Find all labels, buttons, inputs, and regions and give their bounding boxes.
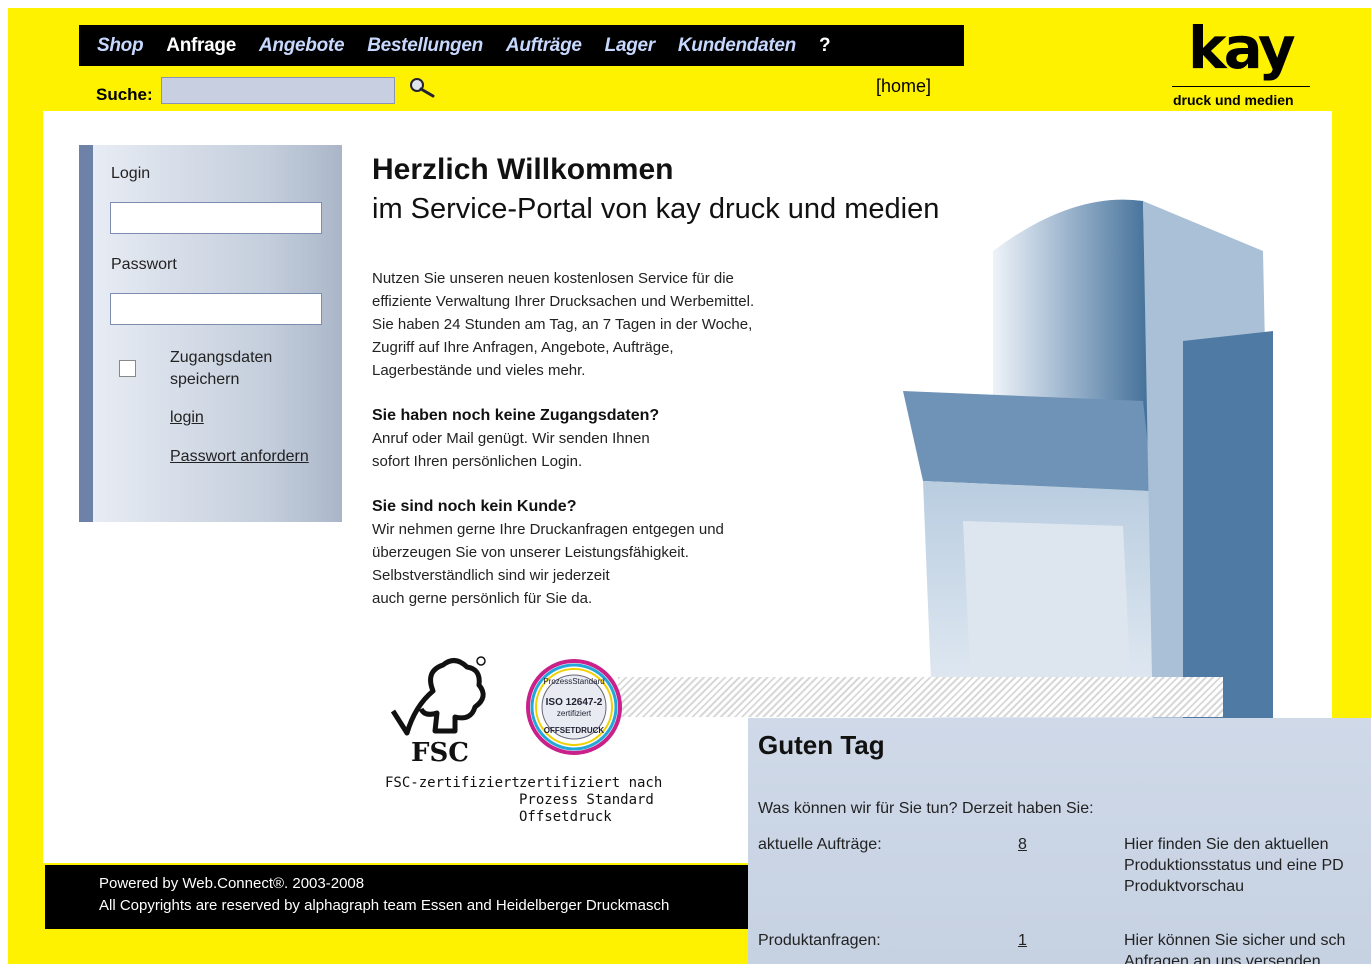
logo-subtitle: druck und medien bbox=[1173, 92, 1294, 108]
requests-desc-line: Anfragen an uns versenden bbox=[1124, 953, 1321, 964]
welcome-title: Herzlich Willkommen bbox=[372, 153, 674, 186]
popup-question: Was können wir für Sie tun? Derzeit habe… bbox=[758, 800, 1094, 817]
search-label: Suche: bbox=[96, 85, 153, 104]
orders-description: Hier finden Sie den aktuellen Produktion… bbox=[1124, 834, 1344, 897]
no-access-heading: Sie haben noch keine Zugangsdaten? bbox=[372, 407, 660, 424]
iso-caption-line: Prozess Standard bbox=[519, 792, 654, 808]
requests-description: Hier können Sie sicher und sch Anfragen … bbox=[1124, 930, 1345, 964]
main-nav: Shop Anfrage Angebote Bestellungen Auftr… bbox=[79, 25, 964, 66]
logo-divider bbox=[1172, 86, 1310, 87]
no-access-section: Sie haben noch keine Zugangsdaten? Anruf… bbox=[372, 404, 842, 473]
remember-label-line2: speichern bbox=[170, 371, 240, 388]
iso-badge-line: ISO 12647-2 bbox=[546, 697, 603, 708]
login-label: Login bbox=[111, 165, 151, 182]
no-access-line: Anruf oder Mail genügt. Wir senden Ihnen bbox=[372, 430, 650, 447]
login-button-link[interactable]: login bbox=[170, 409, 204, 427]
password-label: Passwort bbox=[111, 256, 177, 273]
nav-item-help[interactable]: ? bbox=[819, 35, 831, 57]
no-customer-section: Sie sind noch kein Kunde? Wir nehmen ger… bbox=[372, 495, 842, 610]
intro-line: effiziente Verwaltung Ihrer Drucksachen … bbox=[372, 293, 755, 310]
no-customer-line: auch gerne persönlich für Sie da. bbox=[372, 590, 593, 607]
orders-label: aktuelle Aufträge: bbox=[758, 836, 882, 853]
popup-title: Guten Tag bbox=[758, 730, 885, 760]
search-icon[interactable] bbox=[408, 77, 436, 99]
iso-badge-line: OFFSETDRUCK bbox=[544, 726, 605, 735]
iso-badge-line: ProzessStandard bbox=[543, 677, 604, 686]
orders-desc-line: Produktionsstatus und eine PD bbox=[1124, 857, 1344, 874]
fsc-caption: FSC-zertifiziert bbox=[385, 775, 520, 791]
orders-desc-line: Hier finden Sie den aktuellen bbox=[1124, 836, 1329, 853]
no-customer-line: Selbstverständlich sind wir jederzeit bbox=[372, 567, 610, 584]
orders-desc-line: Produktvorschau bbox=[1124, 878, 1245, 895]
login-field[interactable] bbox=[110, 202, 322, 234]
greeting-popup: Guten Tag Was können wir für Sie tun? De… bbox=[748, 718, 1371, 964]
nav-item-auftraege[interactable]: Aufträge bbox=[506, 35, 582, 57]
footer: Powered by Web.Connect®. 2003-2008 All C… bbox=[45, 865, 815, 929]
iso-badge-line: zertifiziert bbox=[557, 709, 592, 718]
footer-powered-by: Powered by Web.Connect®. 2003-2008 bbox=[99, 875, 365, 892]
search-input[interactable] bbox=[161, 77, 395, 104]
intro-line: Nutzen Sie unseren neuen kostenlosen Ser… bbox=[372, 270, 734, 287]
requests-label: Produktanfragen: bbox=[758, 932, 881, 949]
intro-line: Lagerbestände und vieles mehr. bbox=[372, 362, 586, 379]
footer-copyright: All Copyrights are reserved by alphagrap… bbox=[99, 897, 670, 914]
nav-item-kundendaten[interactable]: Kundendaten bbox=[678, 35, 796, 57]
login-panel: Login Passwort Zugangsdaten speichern lo… bbox=[79, 145, 342, 522]
logo-wordmark: kay bbox=[1188, 14, 1296, 82]
orders-count-link[interactable]: 8 bbox=[1018, 834, 1027, 855]
remember-label-line1: Zugangsdaten bbox=[170, 349, 273, 366]
password-field[interactable] bbox=[110, 293, 322, 325]
company-logo[interactable]: kay druck und medien bbox=[1166, 14, 1316, 110]
no-customer-line: Wir nehmen gerne Ihre Druckanfragen entg… bbox=[372, 521, 724, 538]
fsc-logo: FSC bbox=[390, 656, 486, 768]
nav-item-lager[interactable]: Lager bbox=[605, 35, 656, 57]
nav-item-shop[interactable]: Shop bbox=[97, 35, 144, 57]
remember-label: Zugangsdaten speichern bbox=[170, 347, 272, 391]
remember-checkbox[interactable] bbox=[119, 360, 136, 377]
fsc-logo-text: FSC bbox=[411, 738, 469, 768]
iso-caption-line: zertifiziert nach bbox=[519, 775, 663, 791]
no-customer-line: überzeugen Sie von unserer Leistungsfähi… bbox=[372, 544, 689, 561]
nav-item-anfrage[interactable]: Anfrage bbox=[166, 35, 236, 57]
intro-paragraph: Nutzen Sie unseren neuen kostenlosen Ser… bbox=[372, 267, 842, 382]
no-customer-heading: Sie sind noch kein Kunde? bbox=[372, 498, 577, 515]
welcome-subtitle: im Service-Portal von kay druck und medi… bbox=[372, 193, 940, 225]
iso-certification-badge: ProzessStandard ISO 12647-2 zertifiziert… bbox=[526, 659, 622, 755]
request-password-link[interactable]: Passwort anfordern bbox=[170, 448, 309, 466]
building-illustration bbox=[903, 199, 1273, 731]
iso-caption: zertifiziert nach Prozess Standard Offse… bbox=[519, 775, 679, 826]
nav-item-angebote[interactable]: Angebote bbox=[259, 35, 345, 57]
home-link[interactable]: [home] bbox=[876, 76, 931, 97]
requests-desc-line: Hier können Sie sicher und sch bbox=[1124, 932, 1346, 949]
nav-item-bestellungen[interactable]: Bestellungen bbox=[367, 35, 483, 57]
requests-count-link[interactable]: 1 bbox=[1018, 930, 1027, 951]
intro-line: Sie haben 24 Stunden am Tag, an 7 Tagen … bbox=[372, 316, 753, 333]
no-access-line: sofort Ihren persönlichen Login. bbox=[372, 453, 583, 470]
decorative-stripe bbox=[618, 677, 1223, 717]
iso-caption-line: Offsetdruck bbox=[519, 809, 612, 825]
intro-line: Zugriff auf Ihre Anfragen, Angebote, Auf… bbox=[372, 339, 674, 356]
